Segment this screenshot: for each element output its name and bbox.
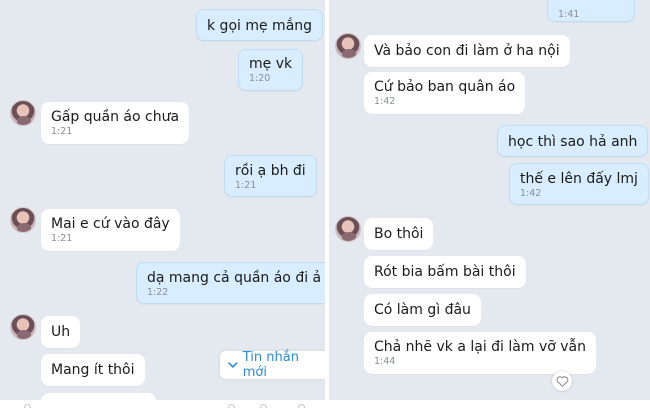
incoming-message[interactable]: Và bảo con đi làm ở ha nội — [364, 35, 570, 67]
message-time: 1:44 — [374, 356, 396, 367]
new-messages-button[interactable]: Tin nhắn mới — [220, 350, 325, 380]
message-time: 1:21 — [51, 233, 73, 244]
message-time: 1:20 — [249, 73, 271, 84]
incoming-message[interactable]: Uh — [41, 316, 81, 348]
message-text: học thì sao hả anh — [508, 134, 638, 150]
message-time: 1:22 — [147, 287, 169, 298]
heart-outline — [556, 375, 568, 387]
sender-avatar[interactable] — [10, 207, 36, 233]
incoming-message[interactable]: Bo thôi — [364, 218, 434, 250]
incoming-message[interactable]: Gấp quần áo chưa 1:21 — [41, 102, 190, 144]
message-time: 1:42 — [374, 96, 396, 107]
message-time: 1:21 — [235, 180, 257, 191]
heart-icon[interactable] — [552, 371, 572, 391]
chevron-down-icon — [228, 362, 238, 368]
outgoing-message[interactable]: k gọi mẹ mắng — [196, 9, 324, 41]
message-text: Chả nhẽ vk a lại đi làm vỡ vẫn — [374, 339, 586, 355]
toolbar-icon[interactable] — [228, 404, 235, 408]
bottom-toolbar-edge — [0, 400, 650, 408]
incoming-message[interactable]: Chả nhẽ vk a lại đi làm vỡ vẫn 1:44 — [364, 332, 596, 374]
message-text: Rót bia bấm bài thôi — [374, 264, 516, 280]
new-messages-label: Tin nhắn mới — [242, 350, 299, 380]
message-text: Gấp quần áo chưa — [51, 109, 180, 125]
message-time: 1:42 — [520, 188, 542, 199]
message-text: Cứ bảo ban quân áo — [374, 79, 516, 95]
message-text: Mai e cứ vào đây — [51, 216, 170, 232]
toolbar-icon[interactable] — [24, 404, 31, 408]
message-text: Uh — [51, 324, 71, 340]
message-text: Và bảo con đi làm ở ha nội — [374, 43, 560, 59]
message-text: rồi ạ bh đi — [235, 163, 306, 179]
sender-avatar[interactable] — [10, 314, 36, 340]
message-text: mẹ vk — [249, 56, 293, 72]
sender-avatar[interactable] — [10, 100, 36, 126]
outgoing-message-partial[interactable]: 1:41 — [547, 0, 635, 22]
incoming-message[interactable]: Mang ít thôi — [41, 354, 145, 386]
sender-avatar[interactable] — [335, 216, 361, 242]
outgoing-message[interactable]: mẹ vk 1:20 — [238, 49, 304, 91]
sender-avatar[interactable] — [335, 33, 361, 59]
message-text: Bo thôi — [374, 226, 424, 242]
incoming-message[interactable]: Rót bia bấm bài thôi — [364, 256, 526, 288]
outgoing-message[interactable]: học thì sao hả anh — [497, 125, 649, 157]
left-chat-panel[interactable]: k gọi mẹ mắng mẹ vk 1:20 Gấp quần áo chư… — [0, 0, 325, 408]
incoming-message[interactable]: Cứ bảo ban quân áo 1:42 — [364, 72, 526, 114]
message-text: Mang ít thôi — [51, 362, 135, 378]
message-text: dạ mang cả quần áo đi ả — [147, 270, 322, 286]
message-time: 1:21 — [51, 126, 73, 137]
message-time: 1:41 — [558, 9, 580, 20]
right-chat-panel[interactable]: 1:41 Và bảo con đi làm ở ha nội Cứ bảo b… — [329, 0, 650, 408]
outgoing-message[interactable]: thế e lên đấy lmj 1:42 — [509, 163, 649, 205]
toolbar-icon[interactable] — [298, 404, 305, 408]
message-text: k gọi mẹ mắng — [207, 18, 313, 34]
toolbar-icon[interactable] — [260, 404, 267, 408]
message-text: thế e lên đấy lmj — [520, 171, 638, 187]
incoming-message[interactable]: Có làm gì đâu — [364, 294, 481, 326]
outgoing-message[interactable]: dạ mang cả quần áo đi ả 1:22 — [136, 262, 325, 304]
message-text: Có làm gì đâu — [374, 302, 471, 318]
incoming-message[interactable]: Mai e cứ vào đây 1:21 — [41, 209, 180, 251]
outgoing-message[interactable]: rồi ạ bh đi 1:21 — [224, 155, 317, 197]
